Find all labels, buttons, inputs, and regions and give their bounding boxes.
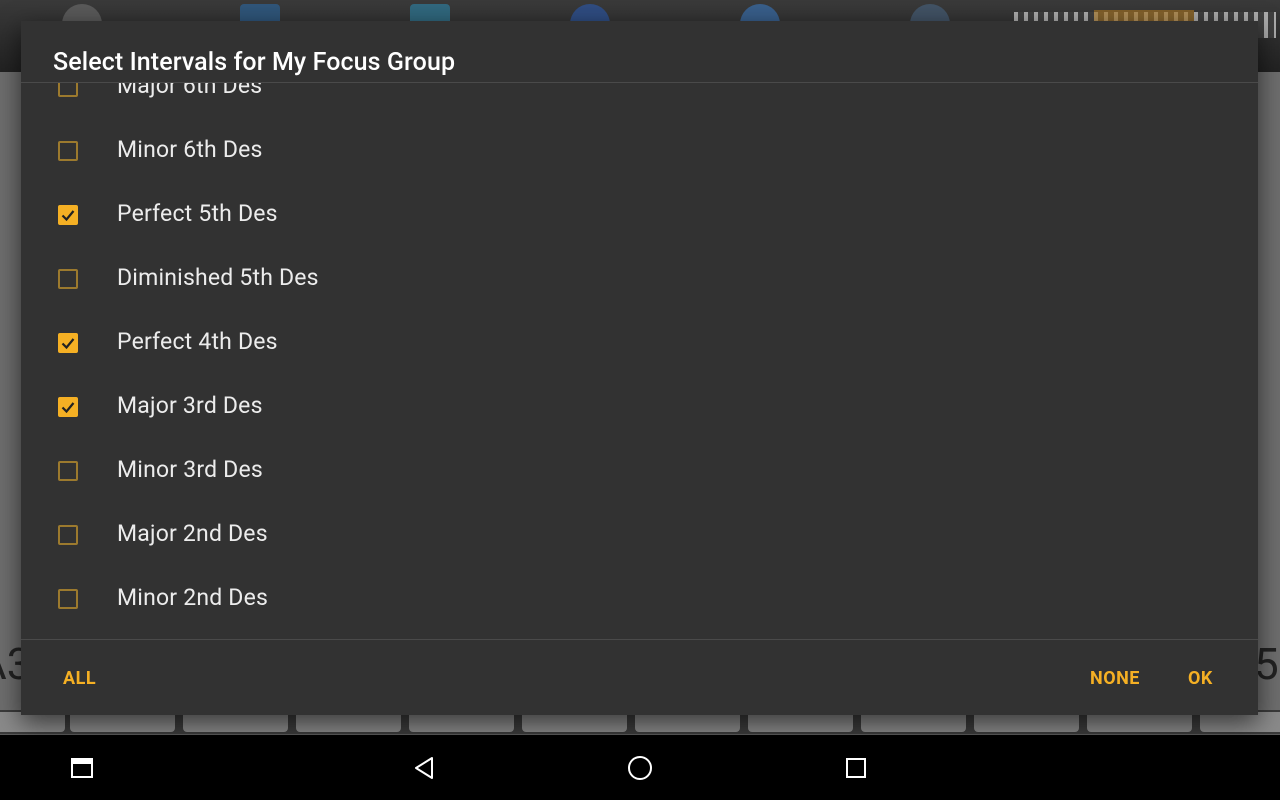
interval-checkbox[interactable] [58,333,78,353]
piano-key [409,712,514,732]
interval-label: Major 3rd Des [117,392,263,419]
piano-key [183,712,288,732]
piano-key [748,712,853,732]
interval-checkbox[interactable] [58,83,78,97]
piano-key [70,712,175,732]
interval-label: Perfect 5th Des [117,200,278,227]
checkmark-icon [61,338,75,350]
checkmark-icon [61,210,75,222]
select-intervals-dialog: Select Intervals for My Focus Group Majo… [21,21,1258,715]
recent-apps-icon[interactable] [69,755,95,781]
checkmark-icon [61,402,75,414]
interval-label: Minor 2nd Des [117,584,269,611]
none-button[interactable]: NONE [1090,668,1140,689]
interval-item[interactable]: Major 2nd Des [21,503,1258,567]
navigation-bar [0,735,1280,800]
interval-list[interactable]: Major 6th Des Minor 6th Des Perfect 5th … [21,83,1258,639]
interval-label: Major 2nd Des [117,520,268,547]
overview-icon[interactable] [843,755,869,781]
interval-label: Minor 6th Des [117,136,263,163]
interval-checkbox[interactable] [58,589,78,609]
piano-key [296,712,401,732]
interval-item[interactable]: Major 6th Des [21,83,1258,119]
piano-key [635,712,740,732]
dialog-title: Select Intervals for My Focus Group [53,48,456,77]
interval-item[interactable]: Perfect 5th Des [21,183,1258,247]
interval-checkbox[interactable] [58,269,78,289]
interval-checkbox[interactable] [58,397,78,417]
interval-item[interactable]: Major 3rd Des [21,375,1258,439]
interval-checkbox[interactable] [58,525,78,545]
interval-label: Perfect 4th Des [117,328,278,355]
interval-label: Minor 3rd Des [117,456,263,483]
home-icon[interactable] [627,755,653,781]
interval-checkbox[interactable] [58,461,78,481]
all-button[interactable]: ALL [63,668,96,689]
interval-item[interactable]: Minor 3rd Des [21,439,1258,503]
interval-checkbox[interactable] [58,141,78,161]
interval-item[interactable]: Minor 2nd Des [21,567,1258,631]
interval-item[interactable]: Diminished 5th Des [21,247,1258,311]
interval-label: Major 6th Des [117,83,263,99]
piano-key [974,712,1079,732]
interval-label: Diminished 5th Des [117,264,319,291]
button-divider [21,639,1258,640]
interval-item[interactable]: Perfect 4th Des [21,311,1258,375]
interval-checkbox[interactable] [58,205,78,225]
piano-key [1087,712,1192,732]
piano-key [861,712,966,732]
piano-key [0,712,65,732]
piano-key [1200,712,1280,732]
ok-button[interactable]: OK [1188,668,1213,689]
back-icon[interactable] [411,755,437,781]
piano-key [522,712,627,732]
interval-item[interactable]: Minor 6th Des [21,119,1258,183]
